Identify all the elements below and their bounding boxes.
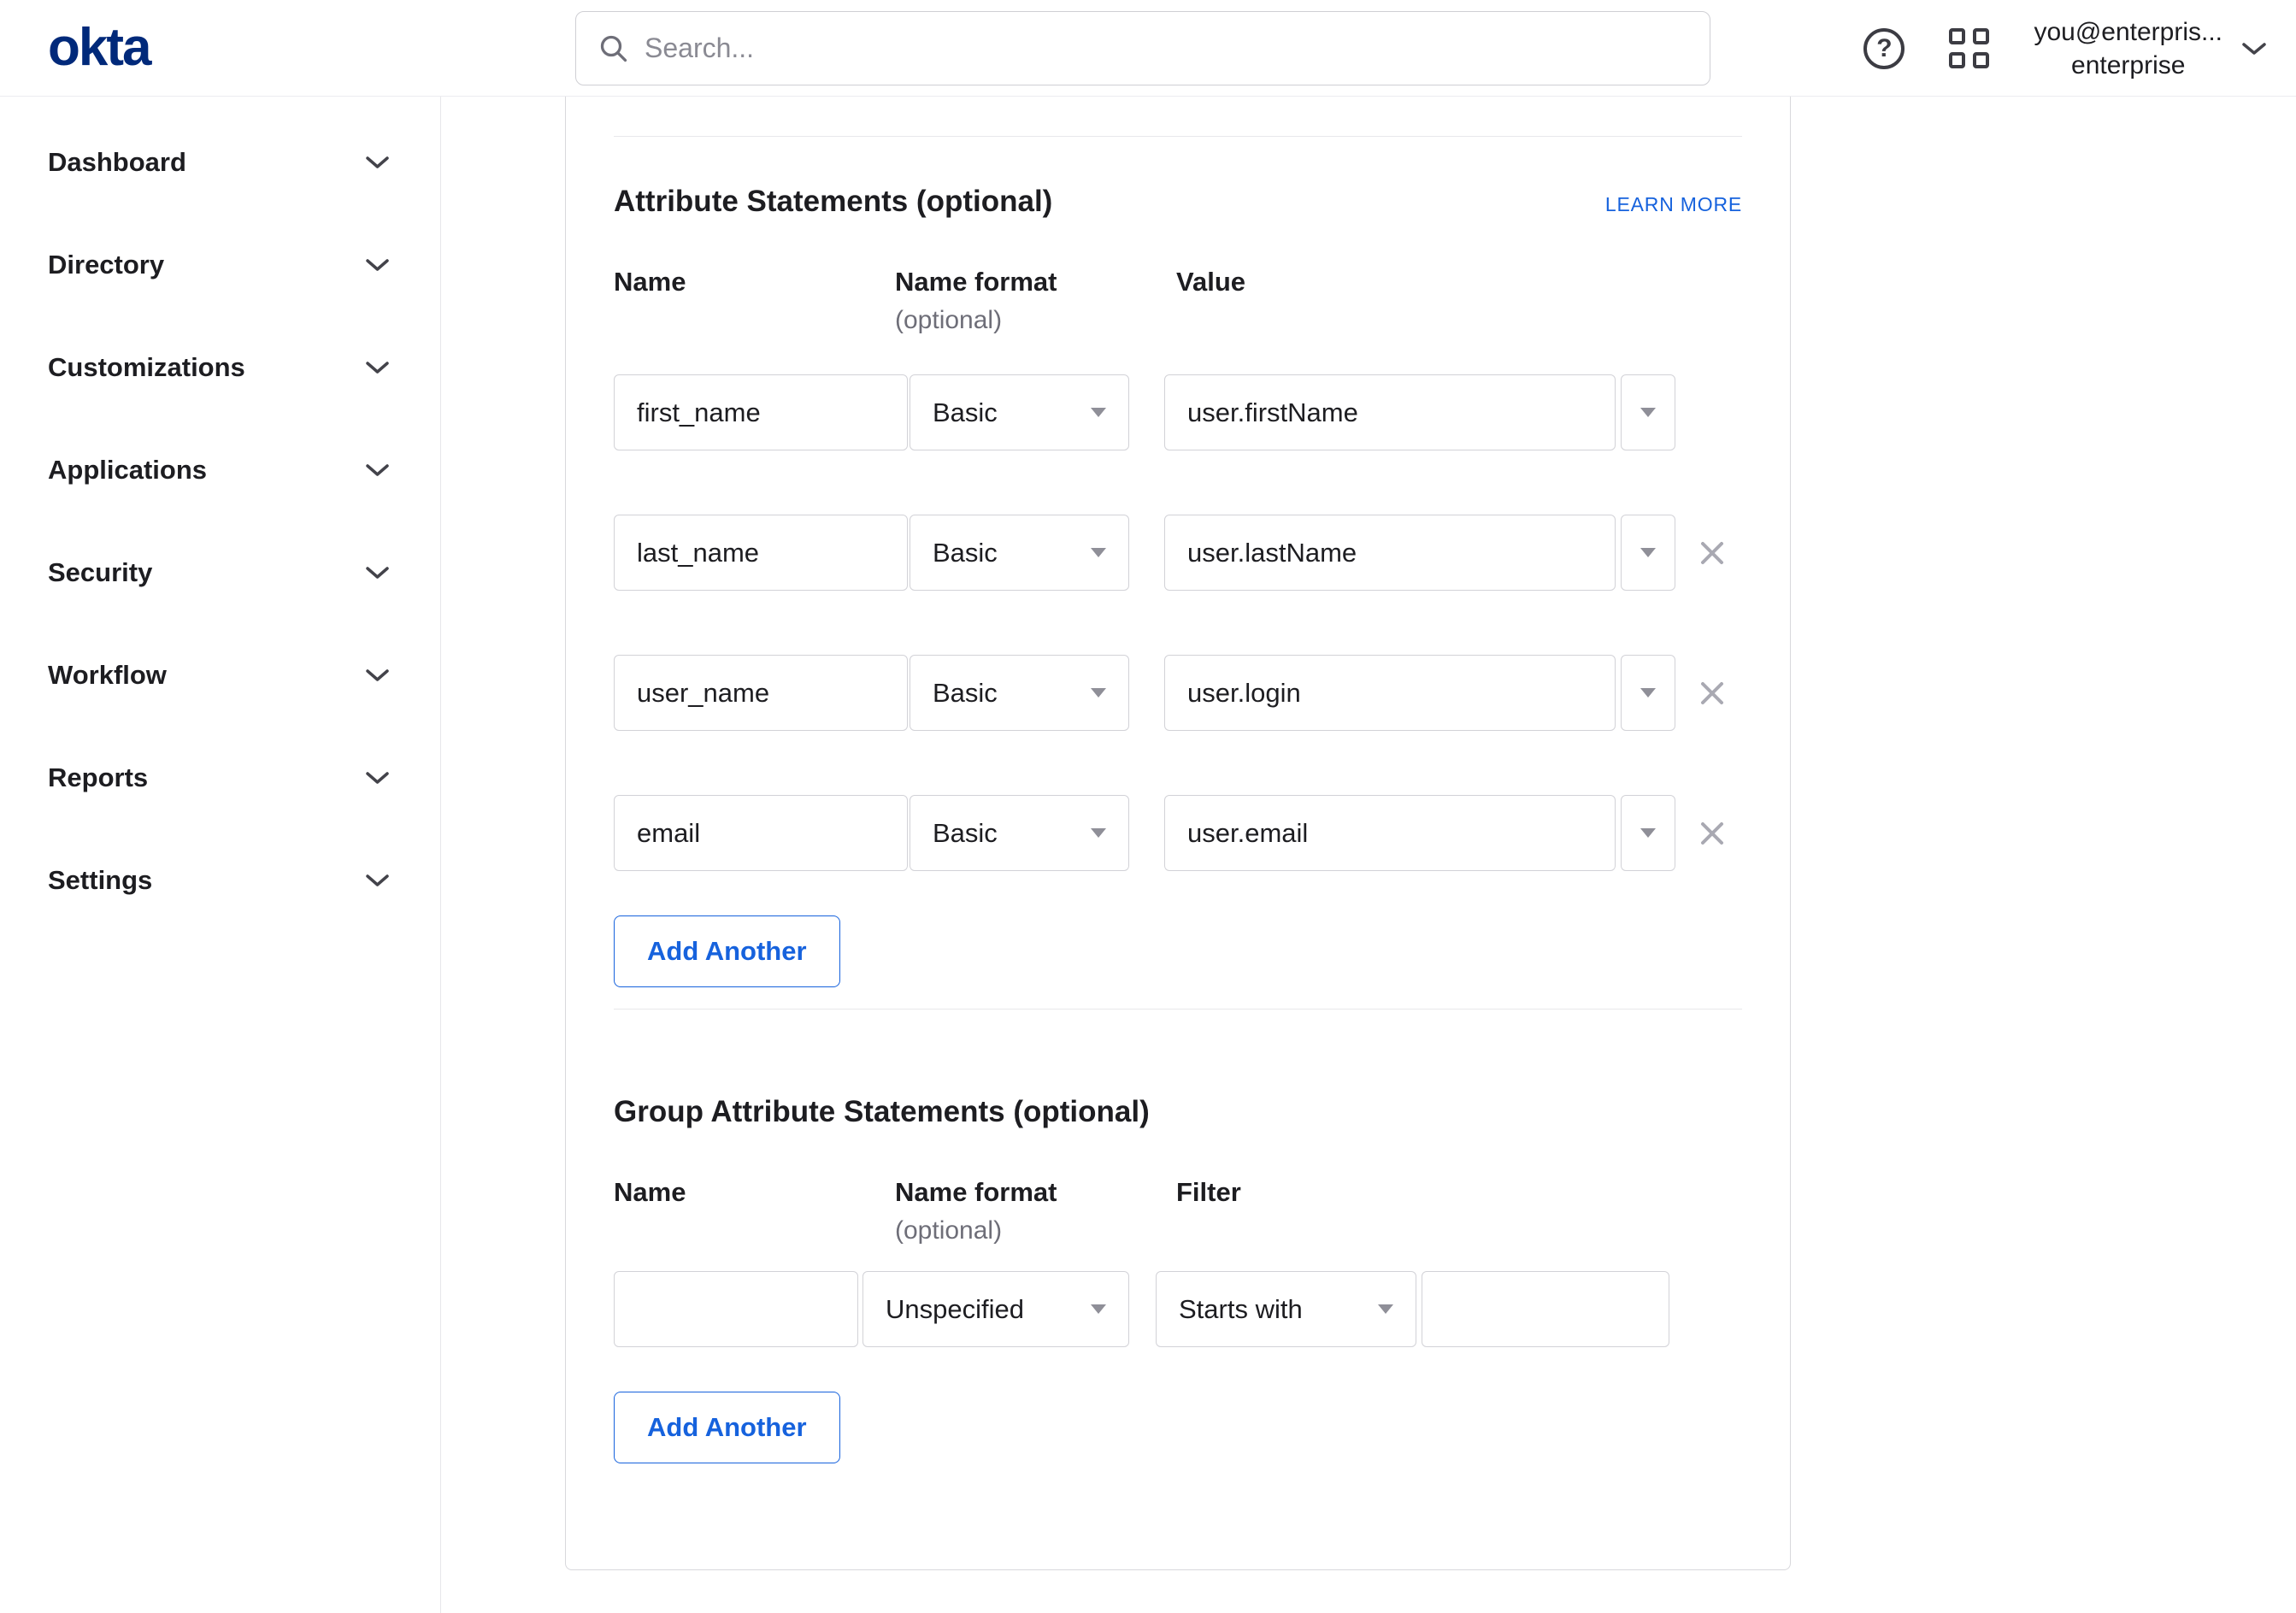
column-header-name-format: Name format <box>895 1177 1057 1207</box>
group-column-headers: Name Name format (optional) Filter <box>614 1177 1742 1245</box>
topbar-right: ? you@enterpris... enterprise <box>1863 0 2267 97</box>
attribute-row: Basic <box>614 374 1742 450</box>
dropdown-arrow-icon <box>1091 828 1106 838</box>
sidebar-item-settings[interactable]: Settings <box>0 829 440 932</box>
chevron-down-icon <box>2242 42 2266 55</box>
column-header-name-format: Name format <box>895 267 1057 297</box>
search-bar[interactable] <box>575 11 1710 85</box>
attribute-value-input[interactable] <box>1164 374 1616 450</box>
value-dropdown-button[interactable] <box>1621 515 1675 591</box>
group-filter-type-value: Starts with <box>1179 1293 1303 1324</box>
dropdown-arrow-icon <box>1091 1304 1106 1314</box>
group-name-input[interactable] <box>614 1271 858 1347</box>
account-text: you@enterpris... enterprise <box>2034 15 2222 82</box>
name-format-value: Basic <box>933 677 998 708</box>
chevron-down-icon <box>366 669 389 681</box>
sidebar-item-applications[interactable]: Applications <box>0 419 440 521</box>
attribute-name-input[interactable] <box>614 655 908 731</box>
name-format-value: Basic <box>933 817 998 848</box>
group-filter-type-select[interactable]: Starts with <box>1156 1271 1416 1347</box>
attribute-row: Basic <box>614 795 1742 871</box>
column-header-name: Name <box>614 1177 686 1207</box>
apps-button[interactable] <box>1949 28 1990 68</box>
account-email: you@enterpris... <box>2034 17 2222 46</box>
column-header-filter: Filter <box>1176 1177 1241 1207</box>
value-dropdown-button[interactable] <box>1621 655 1675 731</box>
help-button[interactable]: ? <box>1863 27 1905 69</box>
name-format-select[interactable]: Basic <box>910 374 1129 450</box>
attribute-row: Basic <box>614 515 1742 591</box>
account-menu[interactable]: you@enterpris... enterprise <box>2034 15 2267 82</box>
sidebar-item-dashboard[interactable]: Dashboard <box>0 111 440 214</box>
learn-more-link[interactable]: LEARN MORE <box>1605 193 1742 216</box>
value-dropdown-button[interactable] <box>1621 374 1675 450</box>
attribute-name-input[interactable] <box>614 795 908 871</box>
dropdown-arrow-icon <box>1640 408 1656 417</box>
group-name-format-select[interactable]: Unspecified <box>862 1271 1129 1347</box>
dropdown-arrow-icon <box>1378 1304 1393 1314</box>
name-format-select[interactable]: Basic <box>910 795 1129 871</box>
name-format-value: Basic <box>933 397 998 427</box>
okta-logo: okta <box>48 18 151 77</box>
name-format-value: Basic <box>933 537 998 568</box>
remove-row-icon[interactable] <box>1696 817 1728 850</box>
dropdown-arrow-icon <box>1091 548 1106 557</box>
group-attribute-rows: Unspecified Starts with <box>614 1271 1742 1347</box>
chevron-down-icon <box>366 464 389 476</box>
search-icon <box>600 35 627 62</box>
attribute-value-input[interactable] <box>1164 795 1616 871</box>
sidebar-item-reports[interactable]: Reports <box>0 727 440 829</box>
account-org: enterprise <box>2071 50 2186 79</box>
sidebar-item-workflow[interactable]: Workflow <box>0 624 440 727</box>
sidebar: Dashboard Directory Customizations Appli… <box>0 97 441 1613</box>
dropdown-arrow-icon <box>1640 548 1656 557</box>
value-dropdown-button[interactable] <box>1621 795 1675 871</box>
attribute-value-input[interactable] <box>1164 655 1616 731</box>
group-name-format-value: Unspecified <box>886 1293 1024 1324</box>
column-header-name: Name <box>614 267 686 297</box>
dropdown-arrow-icon <box>1091 408 1106 417</box>
dropdown-arrow-icon <box>1640 688 1656 698</box>
settings-card: Attribute Statements (optional) LEARN MO… <box>565 97 1791 1570</box>
attribute-name-input[interactable] <box>614 374 908 450</box>
topbar: okta ? you@enterpris... enterprise <box>0 0 2296 97</box>
dropdown-arrow-icon <box>1091 688 1106 698</box>
dropdown-arrow-icon <box>1640 828 1656 838</box>
divider <box>614 136 1742 137</box>
remove-row-icon[interactable] <box>1696 537 1728 569</box>
sidebar-item-customizations[interactable]: Customizations <box>0 316 440 419</box>
chevron-down-icon <box>366 362 389 374</box>
sidebar-item-security[interactable]: Security <box>0 521 440 624</box>
name-format-select[interactable]: Basic <box>910 515 1129 591</box>
remove-row-icon[interactable] <box>1696 677 1728 709</box>
column-header-value: Value <box>1176 267 1245 297</box>
help-icon: ? <box>1876 33 1893 62</box>
add-another-button[interactable]: Add Another <box>614 915 840 987</box>
group-attribute-statements-title: Group Attribute Statements (optional) <box>614 1095 1150 1128</box>
group-filter-value-input[interactable] <box>1422 1271 1669 1347</box>
sidebar-item-directory[interactable]: Directory <box>0 214 440 316</box>
add-another-button[interactable]: Add Another <box>614 1392 840 1463</box>
chevron-down-icon <box>366 259 389 271</box>
column-header-optional: (optional) <box>895 1216 1003 1245</box>
name-format-select[interactable]: Basic <box>910 655 1129 731</box>
attribute-row: Basic <box>614 655 1742 731</box>
chevron-down-icon <box>366 156 389 168</box>
divider <box>614 1009 1742 1010</box>
attribute-value-input[interactable] <box>1164 515 1616 591</box>
apps-grid-icon <box>1949 28 1966 44</box>
attribute-statements-title: Attribute Statements (optional) <box>614 185 1053 218</box>
chevron-down-icon <box>366 772 389 784</box>
chevron-down-icon <box>366 567 389 579</box>
chevron-down-icon <box>366 874 389 886</box>
attribute-name-input[interactable] <box>614 515 908 591</box>
attribute-column-headers: Name Name format (optional) Value <box>614 267 1742 335</box>
search-input[interactable] <box>645 32 1687 64</box>
column-header-optional: (optional) <box>895 306 1003 334</box>
group-attribute-row: Unspecified Starts with <box>614 1271 1742 1347</box>
attribute-rows: Basic Basic Basic <box>614 374 1742 871</box>
